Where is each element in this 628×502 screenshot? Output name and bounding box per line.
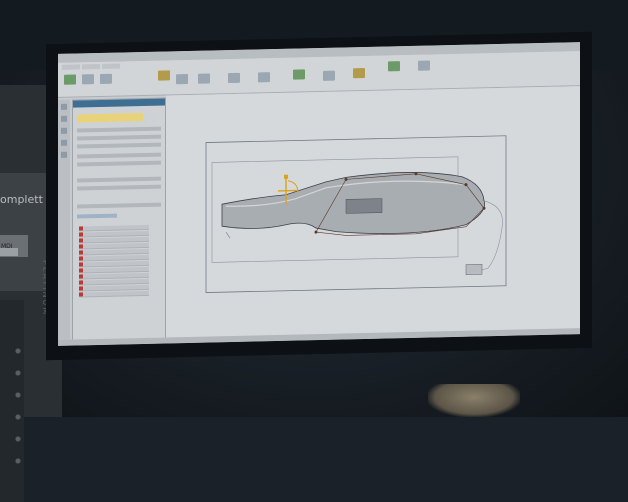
dialog-panel — [72, 97, 166, 341]
booth-sign-text: omplett — [0, 193, 43, 206]
ribbon-icon[interactable] — [228, 73, 240, 83]
resource-icon[interactable] — [61, 104, 67, 110]
graphics-viewport[interactable] — [166, 86, 580, 339]
ribbon-icon[interactable] — [198, 73, 210, 83]
resource-bar — [58, 100, 70, 340]
ribbon-icon[interactable] — [388, 61, 400, 71]
dialog-row[interactable] — [77, 161, 161, 167]
dialog-header — [73, 98, 165, 107]
dialog-row[interactable] — [77, 203, 161, 209]
dialog-row[interactable] — [77, 177, 161, 183]
list-item[interactable] — [79, 291, 149, 298]
control-point[interactable] — [315, 231, 318, 234]
flag-icon — [79, 238, 83, 242]
ribbon-icon[interactable] — [323, 71, 335, 81]
selected-field[interactable] — [77, 113, 143, 122]
resource-icon[interactable] — [61, 140, 67, 146]
booth-perforation — [14, 340, 22, 480]
ribbon-icon[interactable] — [100, 74, 112, 84]
flag-icon — [79, 292, 83, 296]
ribbon-tab[interactable] — [82, 64, 100, 69]
resource-icon[interactable] — [61, 152, 67, 158]
flag-icon — [79, 226, 83, 230]
flag-icon — [79, 268, 83, 272]
datum-marker — [226, 232, 230, 238]
flag-icon — [79, 250, 83, 254]
flag-icon — [79, 274, 83, 278]
projected-cad-application — [58, 42, 580, 346]
triad-icon — [466, 264, 482, 274]
ribbon-icon[interactable] — [158, 70, 170, 80]
ribbon-tab[interactable] — [62, 64, 80, 69]
ribbon-icon[interactable] — [82, 74, 94, 84]
resource-icon[interactable] — [61, 128, 67, 134]
ribbon-tab[interactable] — [102, 64, 120, 69]
ribbon-icon[interactable] — [353, 68, 365, 78]
flag-icon — [79, 244, 83, 248]
dialog-row[interactable] — [77, 185, 161, 191]
dialog-row[interactable] — [77, 135, 161, 141]
handle-square[interactable] — [284, 175, 288, 179]
flag-icon — [79, 256, 83, 260]
decorative-plant — [428, 384, 520, 417]
ribbon-icon[interactable] — [64, 75, 76, 85]
cad-bottle-model — [166, 86, 580, 339]
ribbon-icon[interactable] — [418, 60, 430, 70]
label-recess — [346, 199, 382, 214]
dialog-row[interactable] — [77, 143, 161, 149]
dialog-row[interactable] — [77, 153, 161, 159]
ribbon-icon[interactable] — [176, 74, 188, 84]
flag-icon — [79, 280, 83, 284]
dialog-row[interactable] — [77, 127, 161, 133]
dialog-tab[interactable] — [77, 214, 117, 219]
booth-badge-label: MDI — [0, 248, 18, 256]
flag-icon — [79, 232, 83, 236]
flag-icon — [79, 262, 83, 266]
resource-icon[interactable] — [61, 116, 67, 122]
ribbon-icon[interactable] — [258, 72, 270, 82]
flag-icon — [79, 286, 83, 290]
ribbon-icon[interactable] — [293, 69, 305, 79]
